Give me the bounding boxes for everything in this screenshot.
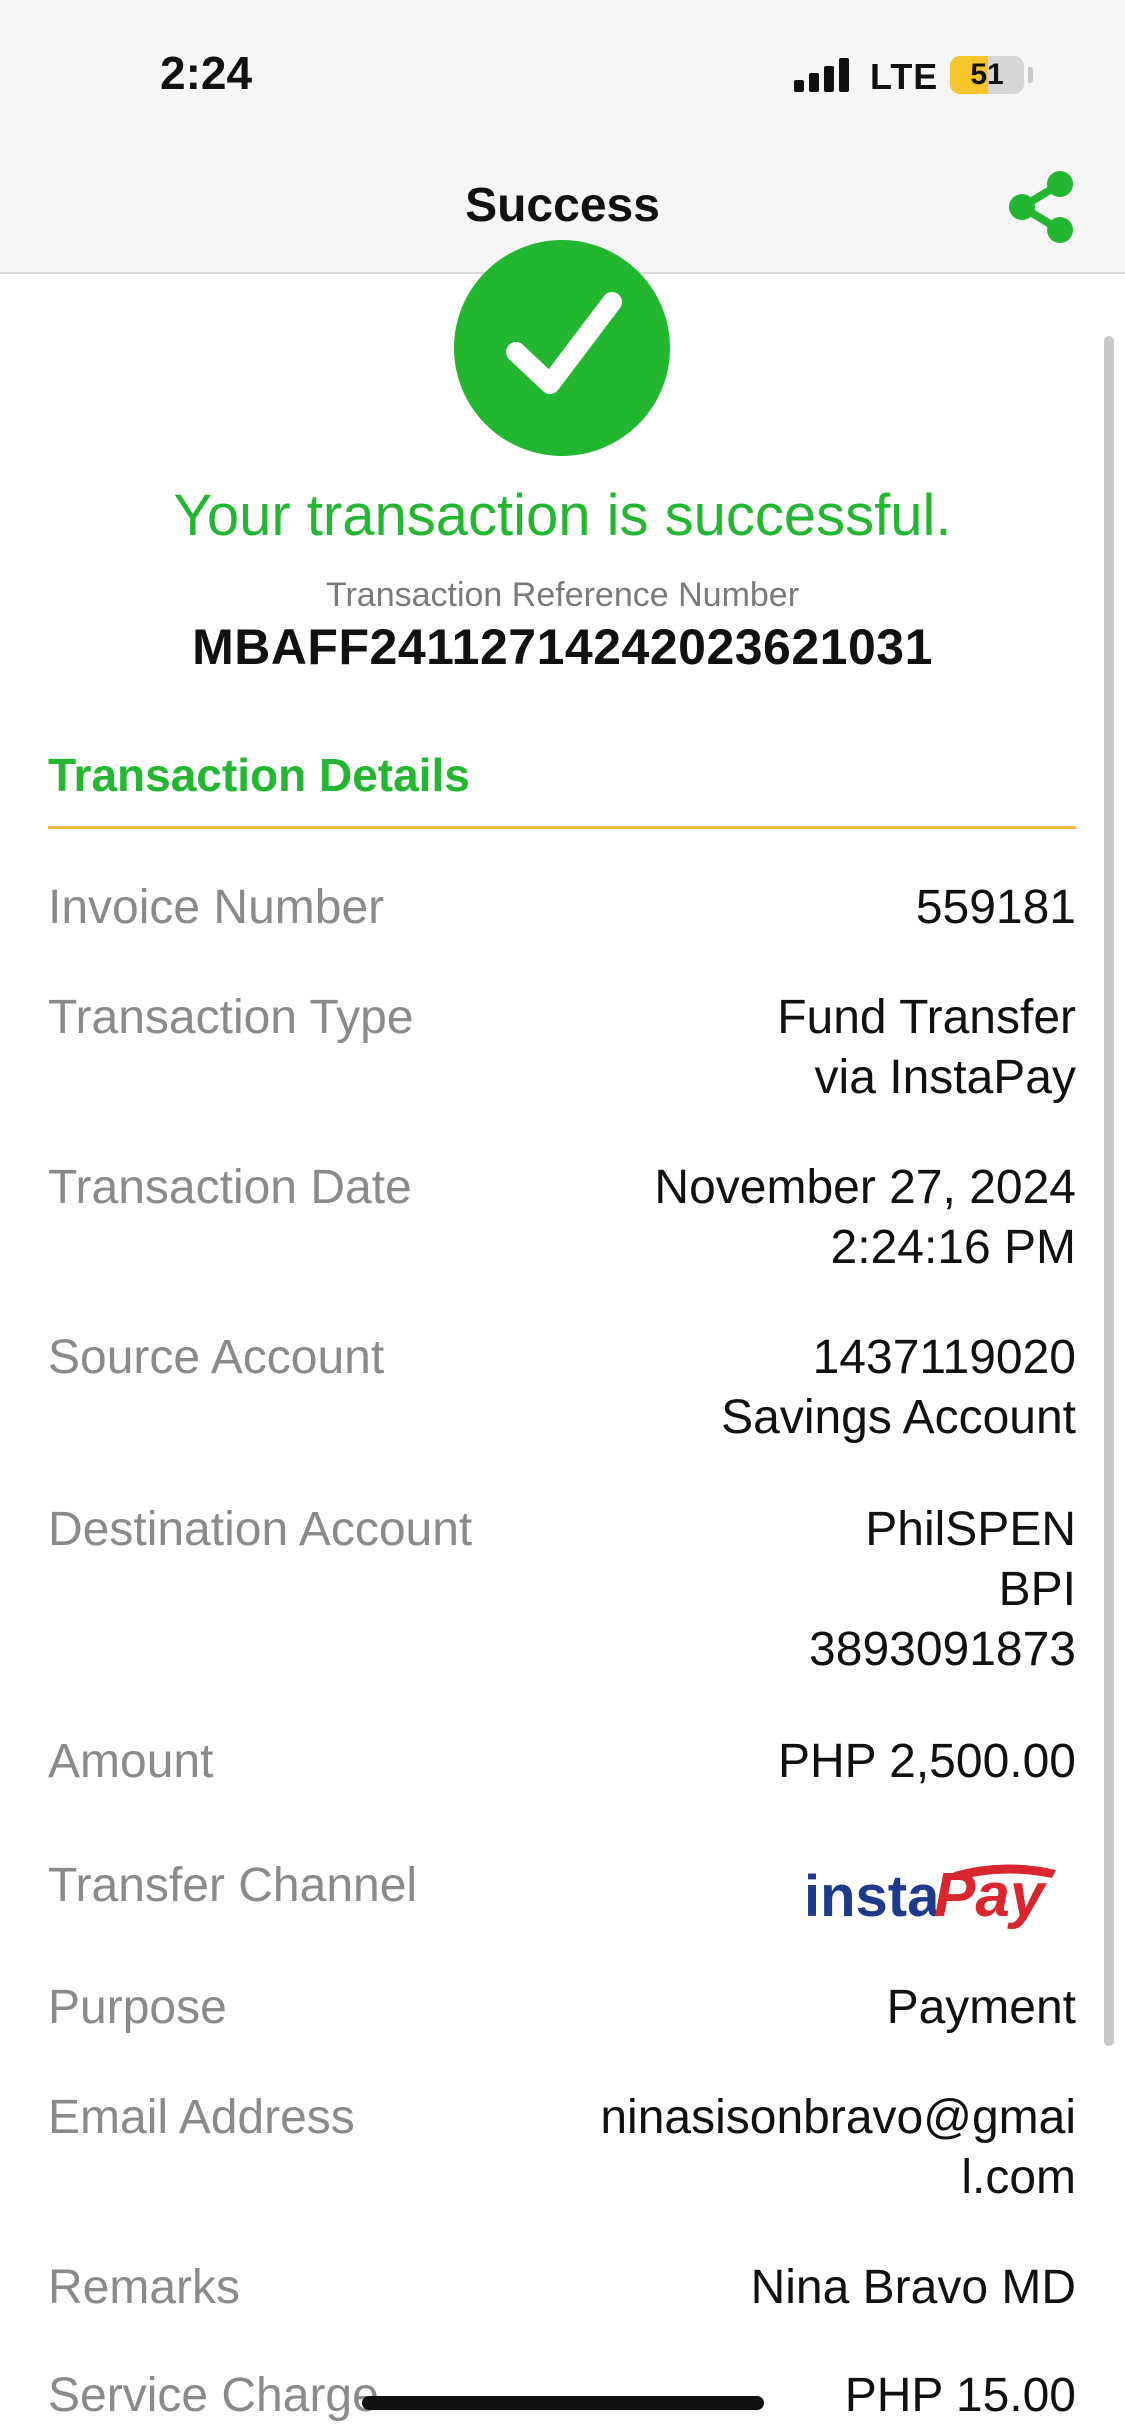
battery-icon: 51 <box>950 56 1024 94</box>
detail-label: Service Charge <box>48 2369 379 2422</box>
detail-value: PHP 15.00 <box>844 2369 1076 2422</box>
detail-value-line: Savings Account <box>721 1391 1076 1444</box>
detail-label: Transaction Type <box>48 991 414 1044</box>
share-button[interactable] <box>1006 170 1076 244</box>
detail-label: Destination Account <box>48 1503 473 1556</box>
status-time: 2:24 <box>160 47 253 99</box>
detail-label: Transfer Channel <box>48 1859 418 1912</box>
detail-value-line: BPI <box>998 1563 1076 1616</box>
detail-value: 559181 <box>915 881 1076 934</box>
detail-label: Purpose <box>48 1981 227 2034</box>
share-icon <box>1009 171 1073 243</box>
instapay-logo-text-1: insta <box>804 1864 940 1929</box>
detail-value-line: Fund Transfer <box>777 991 1076 1044</box>
detail-value: Nina Bravo MD <box>750 2261 1076 2314</box>
reference-number-label: Transaction Reference Number <box>325 576 800 614</box>
success-message: Your transaction is successful. <box>173 483 952 548</box>
detail-value-line: PhilSPEN <box>865 1503 1076 1556</box>
detail-value: PHP 2,500.00 <box>777 1735 1076 1788</box>
instapay-logo-text-2: Pay <box>934 1861 1048 1930</box>
detail-value: PhilSPEN BPI 3893091873 <box>809 1500 1076 1680</box>
detail-label: Amount <box>48 1735 214 1788</box>
network-type: LTE <box>870 56 939 97</box>
detail-value: November 27, 2024 2:24:16 PM <box>654 1158 1076 1278</box>
checkmark-icon <box>506 292 622 394</box>
status-bar: 2:24 LTE 51 <box>0 0 1125 150</box>
detail-value: 1437119020 Savings Account <box>721 1328 1076 1448</box>
detail-value-line: ninasisonbravo@gmai <box>600 2091 1076 2144</box>
cellular-signal-icon <box>794 58 850 92</box>
detail-label: Remarks <box>48 2261 241 2314</box>
page-title: Success <box>465 179 660 232</box>
detail-value-line: 3893091873 <box>809 1623 1076 1676</box>
detail-label: Transaction Date <box>48 1161 412 1214</box>
detail-value-line: l.com <box>961 2151 1076 2204</box>
detail-value: Payment <box>886 1981 1076 2034</box>
battery-tip <box>1028 67 1033 83</box>
detail-value-line: 2:24:16 PM <box>830 1221 1076 1274</box>
reference-number: MBAFF24112714242023621031 <box>192 619 933 675</box>
detail-value: Fund Transfer via InstaPay <box>777 988 1076 1108</box>
detail-label: Email Address <box>48 2091 355 2144</box>
detail-value-line: November 27, 2024 <box>654 1161 1076 1214</box>
transaction-details-heading: Transaction Details <box>48 749 470 801</box>
home-indicator[interactable] <box>362 2396 764 2410</box>
detail-value-line: 1437119020 <box>812 1331 1076 1384</box>
success-check-badge <box>454 240 670 456</box>
instapay-logo: insta Pay <box>804 1861 1056 1930</box>
section-divider <box>48 826 1076 829</box>
detail-value-line: via InstaPay <box>814 1051 1076 1104</box>
battery-level: 51 <box>970 58 1004 91</box>
detail-label: Invoice Number <box>48 881 385 934</box>
detail-value: ninasisonbravo@gmai l.com <box>600 2088 1076 2208</box>
detail-label: Source Account <box>48 1331 385 1384</box>
